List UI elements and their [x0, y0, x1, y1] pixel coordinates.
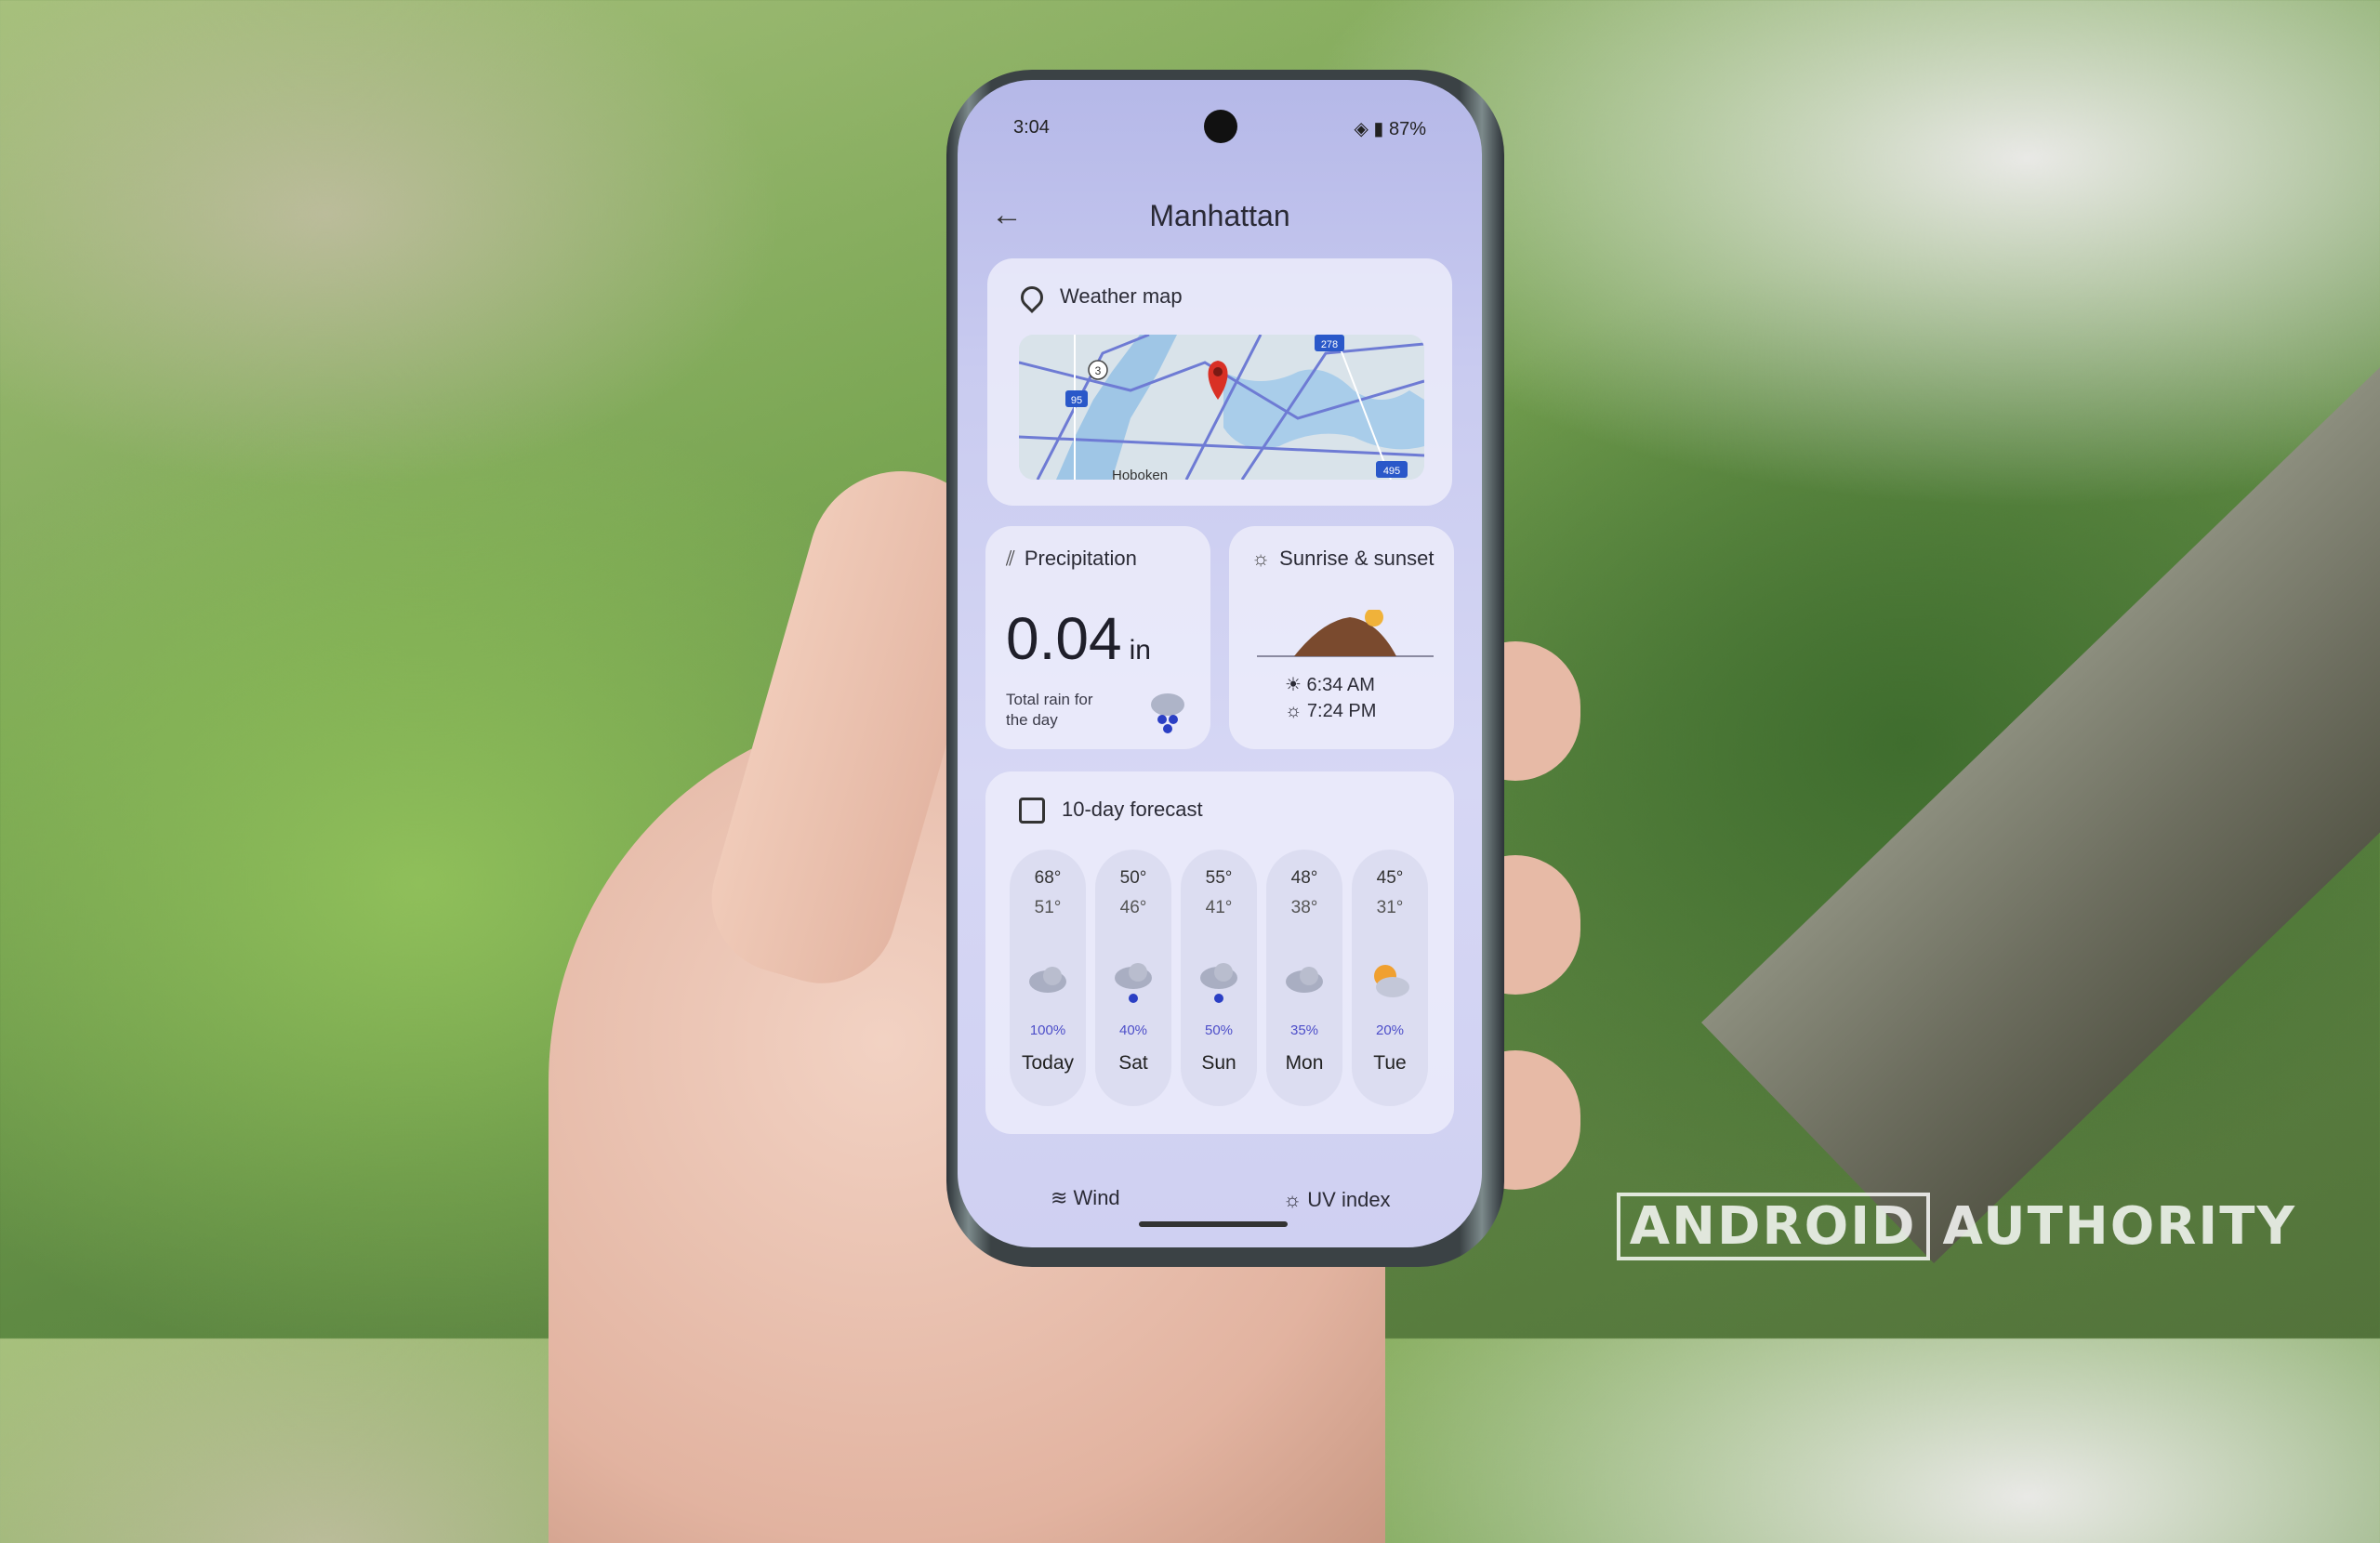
- forecast-day[interactable]: 50° 46° 40% Sat: [1095, 850, 1171, 1106]
- sunset-time: 7:24 PM: [1306, 701, 1377, 721]
- status-battery: ◈ ▮ 87%: [1354, 119, 1426, 139]
- sunrise-time: 6:34 AM: [1306, 675, 1375, 695]
- day-low: 31°: [1376, 898, 1404, 917]
- phone-screen: 3:04 ◈ ▮ 87% ← Manhattan Weather map 3 9…: [958, 80, 1482, 1247]
- day-precip-chance: 40%: [1118, 1022, 1148, 1038]
- map-graphic: 3 95 278 495 Hoboken: [1019, 335, 1424, 480]
- wind-icon: ≋: [1051, 1186, 1074, 1209]
- day-precip-chance: 50%: [1204, 1022, 1234, 1038]
- forecast-day[interactable]: 55° 41° 50% Sun: [1181, 850, 1257, 1106]
- weather-map[interactable]: 3 95 278 495 Hoboken: [1019, 335, 1424, 480]
- uv-index-tab[interactable]: ☼ UV index: [1283, 1188, 1391, 1212]
- forecast-day[interactable]: 68° 51° 100% Today: [1010, 850, 1086, 1106]
- forecast-days: 68° 51° 100% Today 50° 46° 40% Sat 55° 4…: [1010, 850, 1456, 1119]
- page-title: Manhattan: [1149, 199, 1290, 232]
- sun-arc-graphic: [1257, 610, 1434, 657]
- wind-tab[interactable]: ≋ Wind: [1051, 1186, 1120, 1210]
- ten-day-forecast-card[interactable]: 10-day forecast 68° 51° 100% Today 50° 4…: [985, 772, 1454, 1134]
- precipitation-card[interactable]: ⫽ Precipitation 0.04 in Total rain for the…: [985, 526, 1210, 749]
- day-precip-chance: 100%: [1029, 1022, 1066, 1038]
- top-app-bar: ← Manhattan: [958, 191, 1482, 244]
- route-95-label: 95: [1071, 395, 1082, 406]
- sunset-row: ☼ 7:24 PM: [1285, 701, 1376, 722]
- sunrise-sunset-card[interactable]: ☼ Sunrise & sunset ☀ 6:34 AM ☼ 7:24 PM: [1229, 526, 1454, 749]
- sunset-icon: ☼: [1285, 701, 1307, 721]
- forecast-label: 10-day forecast: [1062, 798, 1203, 821]
- precipitation-unit: in: [1129, 635, 1151, 666]
- sunrise-sunset-label: Sunrise & sunset: [1279, 547, 1435, 570]
- day-name: Sat: [1118, 1052, 1148, 1074]
- weather-map-label: Weather map: [1060, 284, 1183, 308]
- day-name: Mon: [1285, 1052, 1324, 1074]
- forecast-day[interactable]: 45° 31° 20% Tue: [1352, 850, 1428, 1106]
- route-278-label: 278: [1321, 339, 1338, 350]
- day-high: 55°: [1205, 868, 1233, 888]
- sun-icon: ☀: [1285, 675, 1307, 695]
- day-low: 41°: [1205, 898, 1233, 917]
- uv-sun-icon: ☼: [1283, 1188, 1308, 1211]
- bottom-cards-peek: ≋ Wind ☼ UV index: [958, 1186, 1482, 1223]
- watermark-part1: ANDROID: [1616, 1193, 1930, 1260]
- front-camera: [1204, 110, 1237, 143]
- day-high: 68°: [1034, 868, 1062, 888]
- rain-cloud-icon: [1151, 693, 1184, 733]
- wifi-icon: ◈: [1354, 119, 1374, 139]
- sunrise-icon: ☼: [1251, 547, 1271, 570]
- day-name: Sun: [1201, 1052, 1236, 1074]
- partly-sunny-icon: [1352, 961, 1428, 1007]
- day-low: 46°: [1119, 898, 1147, 917]
- cloud-icon: [1010, 961, 1086, 1003]
- day-precip-chance: 20%: [1375, 1022, 1405, 1038]
- location-pin-icon: [1016, 282, 1048, 314]
- precipitation-value: 0.04: [1006, 605, 1122, 672]
- day-low: 38°: [1290, 898, 1318, 917]
- status-time: 3:04: [1013, 117, 1050, 138]
- cloud-icon: [1266, 961, 1342, 1003]
- gesture-home-bar[interactable]: [1139, 1221, 1288, 1227]
- precipitation-caption: Total rain for the day: [1006, 691, 1093, 729]
- watermark-part2: AUTHORITY: [1942, 1196, 2296, 1257]
- day-high: 50°: [1119, 868, 1147, 888]
- rain-lines-icon: ⫽: [1006, 547, 1015, 570]
- day-high: 48°: [1290, 868, 1318, 888]
- sunrise-row: ☀ 6:34 AM: [1285, 673, 1375, 696]
- day-precip-chance: 35%: [1289, 1022, 1319, 1038]
- day-low: 51°: [1034, 898, 1062, 917]
- day-name: Today: [1021, 1052, 1075, 1074]
- day-high: 45°: [1376, 868, 1404, 888]
- wooden-railing: [1701, 182, 2380, 1263]
- rain-icon: [1095, 961, 1171, 1010]
- route-495-label: 495: [1383, 466, 1400, 477]
- forecast-day[interactable]: 48° 38° 35% Mon: [1266, 850, 1342, 1106]
- day-name: Tue: [1373, 1052, 1407, 1074]
- route-3-label: 3: [1095, 364, 1102, 377]
- precipitation-label: Precipitation: [1024, 547, 1137, 570]
- weather-map-card[interactable]: Weather map 3 95 278 495 Hoboken: [987, 258, 1452, 506]
- precipitation-value-wrap: 0.04 in: [1006, 604, 1151, 673]
- calendar-icon: [1019, 798, 1045, 824]
- watermark: ANDROID AUTHORITY: [1616, 1193, 2296, 1260]
- place-label: Hoboken: [1112, 468, 1168, 480]
- rain-icon: [1181, 961, 1257, 1010]
